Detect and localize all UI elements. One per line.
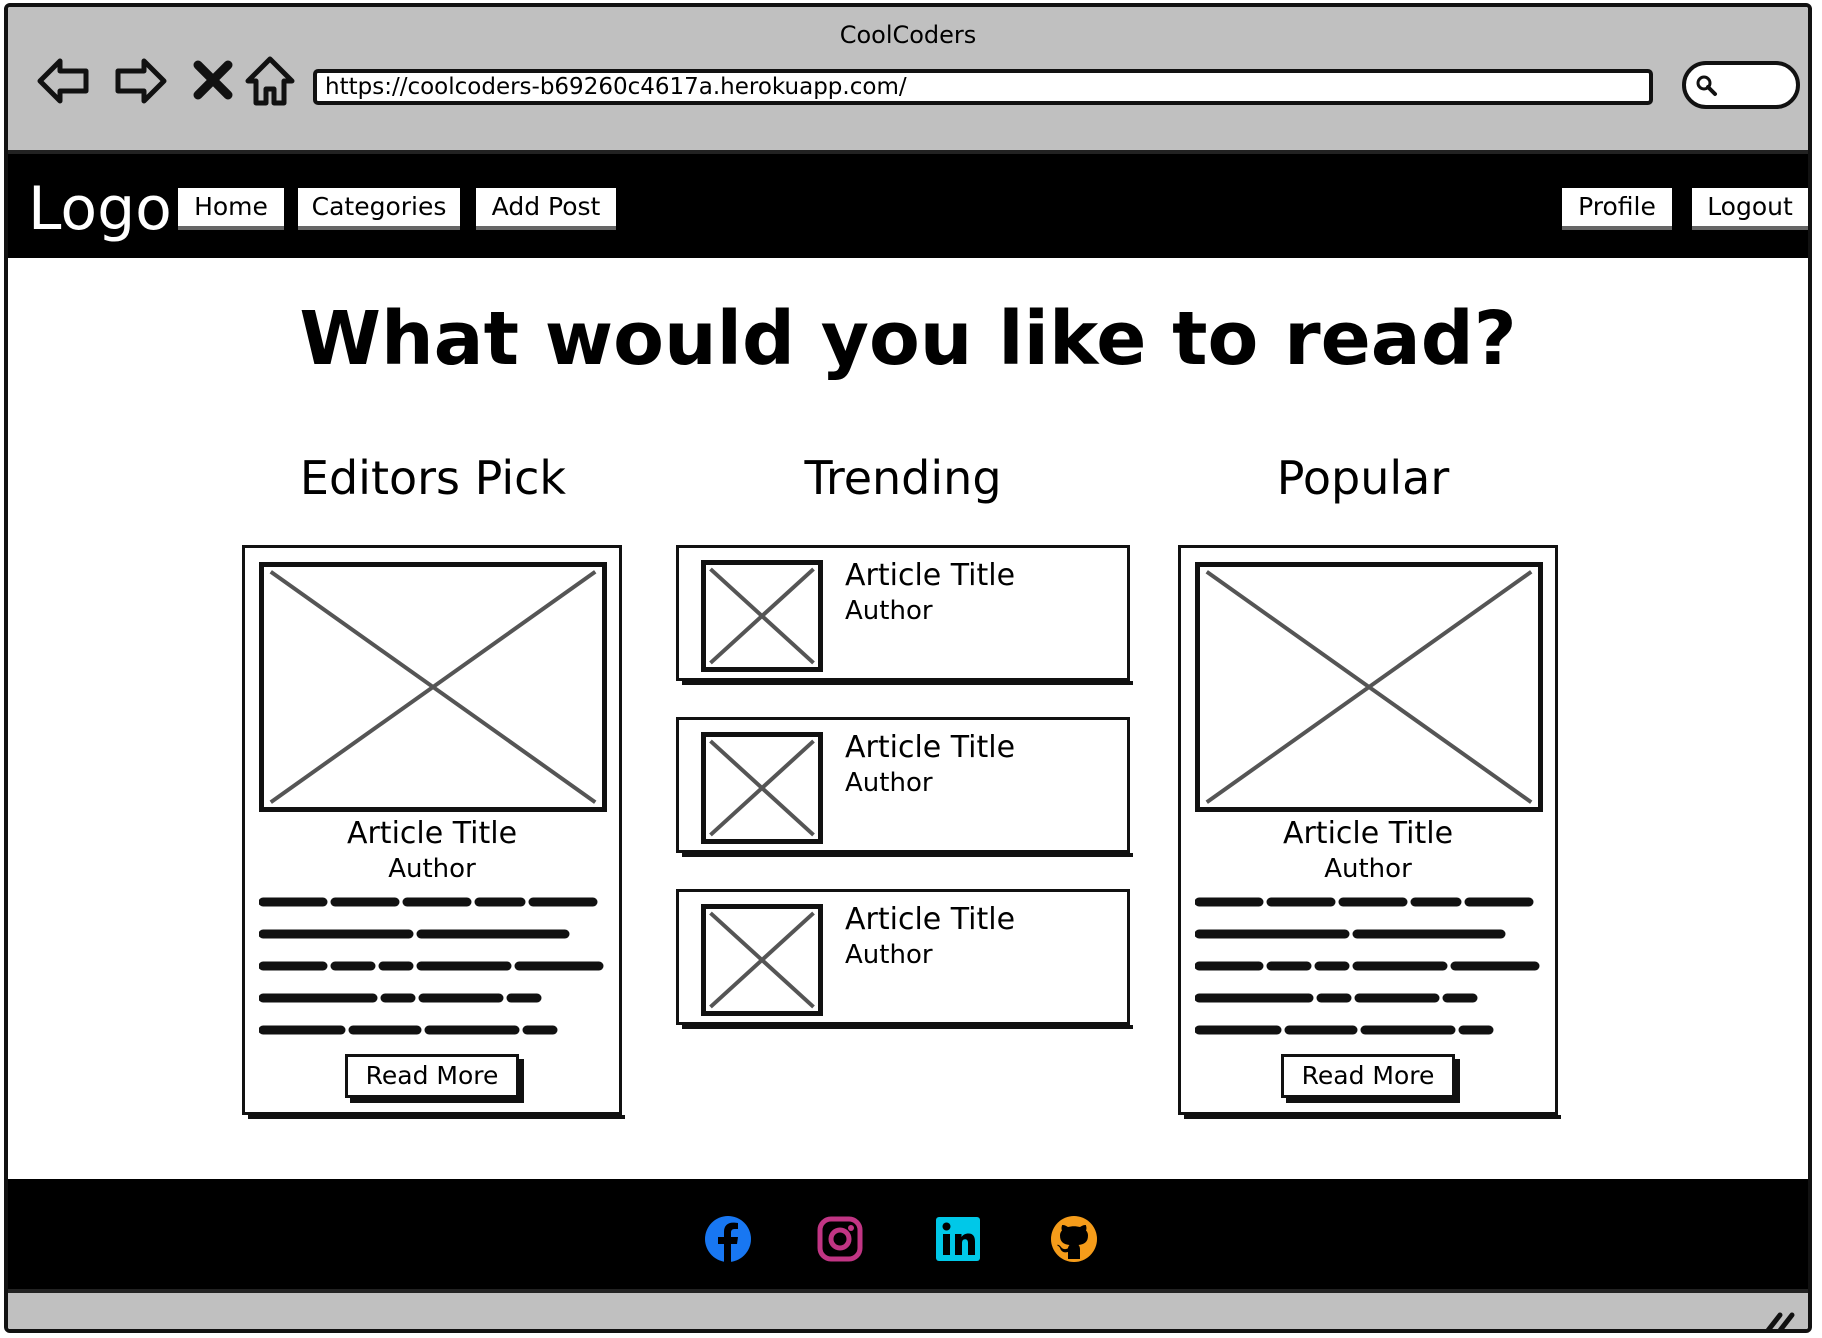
browser-chrome: CoolCoders https://coolcoders-b69260c461… [8,7,1808,154]
browser-window: CoolCoders https://coolcoders-b69260c461… [4,3,1812,1333]
trending-card-3: Article Title Author [676,889,1133,1029]
thumbnail-placeholder [701,904,823,1016]
site-footer [8,1179,1808,1289]
trending-card-1: Article Title Author [676,545,1133,685]
facebook-icon[interactable] [704,1215,752,1263]
article-author: Author [388,854,476,884]
page-heading: What would you like to read? [299,296,1517,382]
nav-logout-button[interactable]: Logout [1692,188,1808,230]
nav-categories-button[interactable]: Categories [298,188,460,230]
editors-pick-card: Article Title Author Read More [242,545,625,1119]
editors-pick-heading: Editors Pick [299,451,567,505]
article-author: Author [845,596,933,626]
top-navbar: Logo Home Categories Add Post Profile Lo… [8,154,1808,258]
trending-heading: Trending [804,451,1002,505]
image-placeholder [259,562,607,812]
article-author: Author [845,940,933,970]
resize-grip-icon[interactable] [1762,1309,1796,1333]
address-bar[interactable]: https://coolcoders-b69260c4617a.herokuap… [313,69,1653,105]
thumbnail-placeholder [701,560,823,672]
article-title[interactable]: Article Title [1181,816,1555,851]
text-placeholder-scribble [259,897,604,1035]
window-title: CoolCoders [839,21,977,49]
browser-status-bar [8,1289,1808,1333]
back-arrow-icon[interactable] [34,51,94,111]
home-icon[interactable] [240,51,300,111]
read-more-button[interactable]: Read More [345,1054,519,1098]
article-title[interactable]: Article Title [845,902,1015,937]
article-author: Author [1324,854,1412,884]
site-logo[interactable]: Logo [28,174,172,244]
nav-profile-button[interactable]: Profile [1562,188,1672,230]
nav-add-post-button[interactable]: Add Post [476,188,616,230]
forward-arrow-icon[interactable] [110,51,170,111]
stop-icon[interactable] [184,51,244,111]
instagram-icon[interactable] [816,1215,864,1263]
popular-heading: Popular [1276,451,1450,505]
github-icon[interactable] [1050,1215,1098,1263]
browser-search-field[interactable] [1682,61,1800,109]
article-title[interactable]: Article Title [245,816,619,851]
linkedin-icon[interactable] [934,1215,982,1263]
search-icon [1696,75,1717,96]
article-title[interactable]: Article Title [845,730,1015,765]
text-placeholder-scribble [1195,897,1540,1035]
article-title[interactable]: Article Title [845,558,1015,593]
image-placeholder [1195,562,1543,812]
nav-home-button[interactable]: Home [178,188,284,230]
popular-card: Article Title Author Read More [1178,545,1561,1119]
trending-card-2: Article Title Author [676,717,1133,857]
article-author: Author [845,768,933,798]
thumbnail-placeholder [701,732,823,844]
read-more-button[interactable]: Read More [1281,1054,1455,1098]
